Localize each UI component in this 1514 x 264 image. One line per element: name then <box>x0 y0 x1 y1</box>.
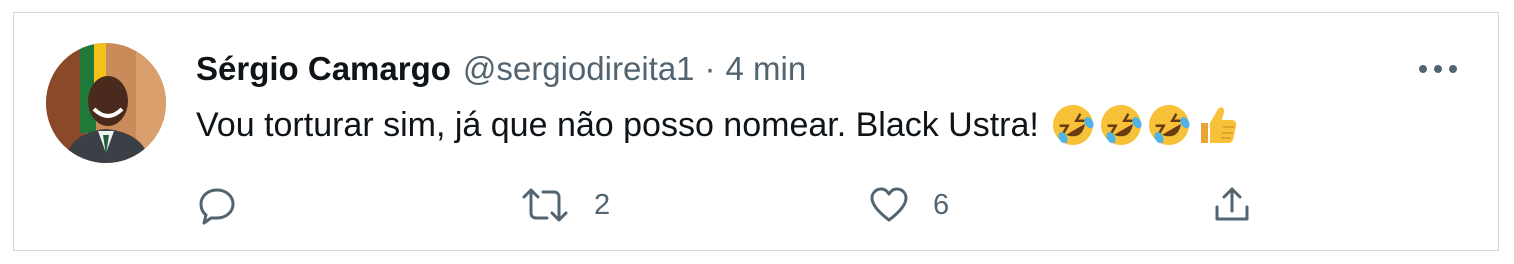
more-icon <box>1419 65 1457 73</box>
share-button[interactable] <box>1212 183 1252 227</box>
tweet-header: Sérgio Camargo @sergiodireita1 · 4 min <box>196 47 806 91</box>
retweet-icon <box>522 188 568 222</box>
thumbs-up-emoji-icon <box>1200 107 1237 143</box>
reply-button[interactable] <box>197 183 261 227</box>
rolling-laughing-emoji-icon <box>1148 105 1190 145</box>
like-button[interactable]: 6 <box>869 183 949 227</box>
user-handle[interactable]: @sergiodireita1 <box>463 47 695 91</box>
share-icon <box>1215 187 1249 221</box>
tweet-body: Vou torturar sim, já que não posso nomea… <box>196 101 1243 149</box>
retweet-count: 2 <box>594 188 611 221</box>
tweet-text: Vou torturar sim, já que não posso nomea… <box>196 105 1039 144</box>
retweet-button[interactable]: 2 <box>520 183 610 227</box>
header-separator: · <box>704 50 716 87</box>
display-name[interactable]: Sérgio Camargo <box>196 47 451 91</box>
tweet-card[interactable]: Sérgio Camargo @sergiodireita1 · 4 min V… <box>13 12 1499 251</box>
emoji-group <box>1051 103 1243 147</box>
rolling-laughing-emoji-icon <box>1100 105 1142 145</box>
more-options-button[interactable] <box>1410 51 1466 87</box>
like-count: 6 <box>933 188 950 221</box>
avatar[interactable] <box>46 43 166 163</box>
heart-icon <box>870 187 908 222</box>
reply-icon <box>199 188 235 225</box>
rolling-laughing-emoji-icon <box>1052 105 1094 145</box>
timestamp[interactable]: 4 min <box>726 47 807 91</box>
avatar-photo <box>46 43 166 163</box>
